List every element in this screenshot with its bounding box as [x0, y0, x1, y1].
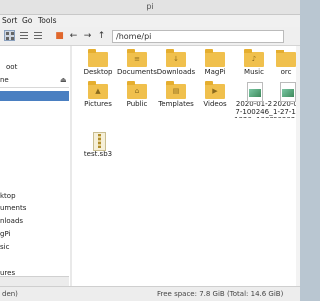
sidebar-scroll-arrows[interactable]: [0, 276, 69, 286]
file-item-screenshot-1[interactable]: 2020-01-27-100246_1920x1080_sc...: [234, 82, 274, 118]
compact-view-icon: [33, 31, 42, 40]
file-item-public[interactable]: ⌂ Public: [117, 81, 157, 108]
sidebar-item-desktop[interactable]: ktop: [0, 192, 16, 200]
file-item-desktop[interactable]: Desktop: [78, 49, 118, 76]
back-button[interactable]: ←: [68, 30, 79, 41]
icon-view-button[interactable]: [4, 30, 15, 41]
forward-button[interactable]: →: [82, 30, 93, 41]
grid-view-icon: [5, 31, 14, 40]
window-title: pi: [146, 2, 154, 11]
list-view-icon: [19, 31, 28, 40]
path-input[interactable]: /home/pi: [112, 30, 284, 43]
archive-file-icon: [88, 132, 108, 151]
home-button[interactable]: ■: [54, 30, 65, 41]
sidebar-item-downloads[interactable]: nloads: [0, 217, 23, 225]
folder-public-icon: ⌂: [127, 81, 147, 100]
folder-videos-icon: ▶: [205, 81, 225, 100]
file-item-videos[interactable]: ▶ Videos: [195, 81, 235, 108]
eject-icon[interactable]: ⏏: [60, 76, 67, 84]
file-item-magpi[interactable]: MagPi: [195, 49, 235, 76]
folder-icon: [205, 49, 225, 68]
folder-templates-icon: ▤: [166, 81, 186, 100]
sidebar-item-music[interactable]: sic: [0, 243, 9, 251]
file-manager-window: pi Sort Go Tools ■ ← → ↑ /home/pi oot ne…: [0, 0, 300, 301]
file-item-documents[interactable]: ≡ Documents: [117, 49, 157, 76]
status-bar: den) Free space: 7.8 GiB (Total: 14.6 Gi…: [0, 286, 300, 301]
sidebar-home[interactable]: ne: [0, 76, 68, 84]
file-item-templates[interactable]: ▤ Templates: [156, 81, 196, 108]
folder-pictures-icon: ▲: [88, 81, 108, 100]
arrow-up-icon: ↑: [97, 30, 106, 41]
free-space-text: Free space: 7.8 GiB (Total: 14.6 GiB): [157, 290, 284, 298]
menu-item-go[interactable]: Go: [22, 16, 32, 25]
folder-icon: [276, 50, 296, 68]
image-file-icon: [277, 82, 297, 102]
home-icon: ■: [55, 30, 64, 41]
sidebar-selected-row[interactable]: [0, 91, 69, 101]
list-view-button[interactable]: [18, 30, 29, 41]
path-text: /home/pi: [116, 32, 152, 41]
status-left-text: den): [2, 290, 18, 298]
folder-icon: [88, 49, 108, 68]
menu-item-tools[interactable]: Tools: [38, 16, 56, 25]
sidebar-item-magpi[interactable]: gPi: [0, 230, 10, 238]
arrow-right-icon: →: [83, 30, 92, 41]
folder-downloads-icon: ↓: [166, 49, 186, 68]
file-item-pictures[interactable]: ▲ Pictures: [78, 81, 118, 108]
file-item-downloads[interactable]: ↓ Downloads: [156, 49, 196, 76]
folder-music-icon: ♪: [244, 49, 264, 68]
sidebar: oot ne ⏏ ktop uments nloads gPi sic ures: [0, 46, 71, 286]
sidebar-root[interactable]: oot: [6, 63, 74, 71]
title-bar[interactable]: pi: [0, 0, 300, 15]
file-view: Desktop ≡ Documents ↓ Downloads MagPi ♪ …: [72, 46, 300, 286]
image-file-icon: [244, 82, 264, 102]
arrow-left-icon: ←: [69, 30, 78, 41]
menu-item-sort[interactable]: Sort: [2, 16, 17, 25]
sidebar-item-documents[interactable]: uments: [0, 204, 26, 212]
folder-documents-icon: ≡: [127, 49, 147, 68]
file-item-music[interactable]: ♪ Music: [234, 49, 274, 76]
up-button[interactable]: ↑: [96, 30, 107, 41]
compact-view-button[interactable]: [32, 30, 43, 41]
sidebar-separator: [0, 87, 69, 88]
vertical-scrollbar[interactable]: [296, 46, 300, 286]
menu-bar: Sort Go Tools: [0, 15, 300, 27]
file-item-test-sb3[interactable]: test.sb3: [78, 132, 118, 158]
